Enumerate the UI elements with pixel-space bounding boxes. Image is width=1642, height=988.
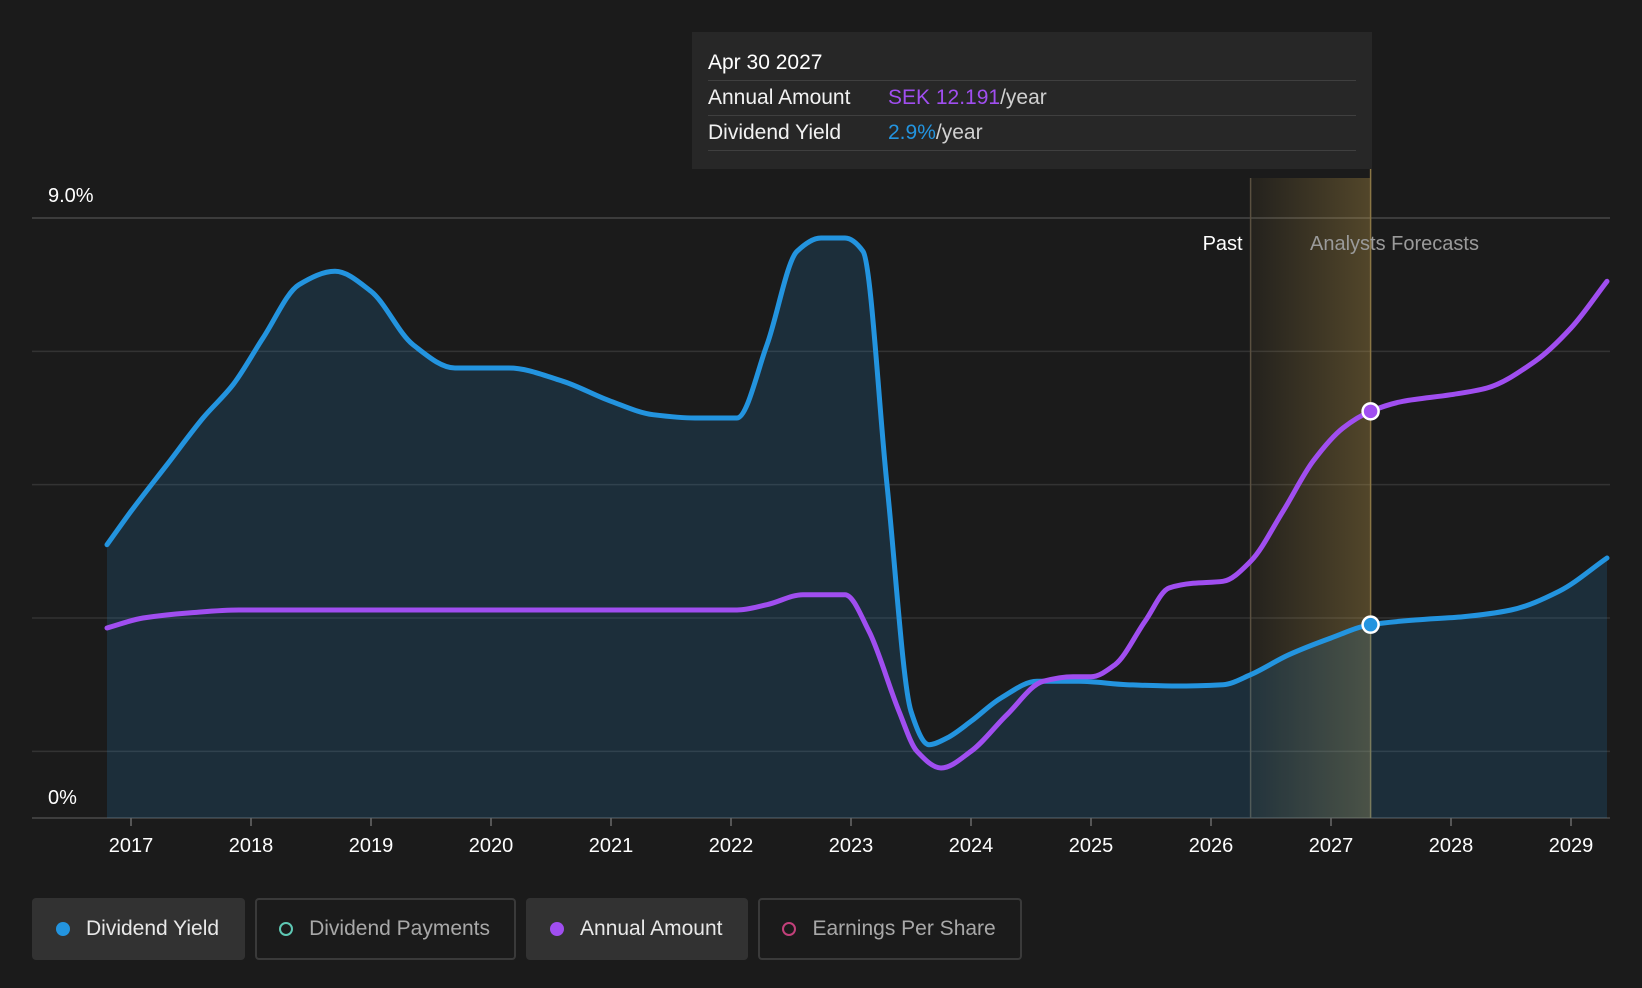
legend-label: Earnings Per Share xyxy=(812,917,996,940)
legend-earnings-per-share[interactable]: Earnings Per Share xyxy=(758,898,1022,960)
tooltip-unit: /year xyxy=(935,121,983,144)
ring-icon xyxy=(782,922,797,936)
tooltip-row-annual-amount: Annual Amount SEK 12.191/year xyxy=(708,81,1356,116)
dividend-yield-marker xyxy=(1361,615,1380,634)
dot-icon xyxy=(56,922,70,936)
x-tick-label: 2020 xyxy=(469,835,514,857)
forecast-label: Analysts Forecasts xyxy=(1310,233,1479,255)
x-tick-label: 2028 xyxy=(1429,835,1474,857)
x-tick-label: 2027 xyxy=(1309,835,1354,857)
y-tick-label: 0% xyxy=(48,787,77,809)
tooltip-value: 2.9% xyxy=(888,121,936,144)
tooltip-value: SEK 12.191 xyxy=(888,86,1001,109)
tooltip-date: Apr 30 2027 xyxy=(708,46,1356,81)
legend-label: Dividend Payments xyxy=(309,917,491,940)
past-label: Past xyxy=(1203,233,1243,255)
chart-tooltip: Apr 30 2027 Annual Amount SEK 12.191/year… xyxy=(692,32,1372,169)
legend-label: Dividend Yield xyxy=(86,917,220,940)
x-tick-label: 2023 xyxy=(829,835,874,857)
y-tick-label: 9.0% xyxy=(48,185,94,207)
x-tick-label: 2019 xyxy=(349,835,394,857)
legend-dividend-yield[interactable]: Dividend Yield xyxy=(32,898,246,960)
dot-icon xyxy=(550,922,565,936)
x-tick-label: 2021 xyxy=(589,835,634,857)
tooltip-label: Annual Amount xyxy=(708,86,851,109)
x-tick-label: 2026 xyxy=(1189,835,1234,857)
x-tick-label: 2022 xyxy=(709,835,754,857)
area-fills xyxy=(107,238,1607,818)
x-tick-label: 2025 xyxy=(1069,835,1114,857)
ring-icon xyxy=(279,922,294,936)
tooltip-row-dividend-yield: Dividend Yield 2.9%/year xyxy=(708,116,1356,151)
dividend-chart: 9.0% 0% 2017 2018 2019 2020 2021 2022 2023 2024 20… xyxy=(0,0,1642,988)
x-tick-label: 2017 xyxy=(109,835,154,857)
x-tick-label: 2029 xyxy=(1549,835,1594,857)
legend-dividend-payments[interactable]: Dividend Payments xyxy=(255,898,517,960)
dividend-yield-area xyxy=(107,238,1607,818)
tooltip-unit: /year xyxy=(1000,86,1047,109)
legend-label: Annual Amount xyxy=(580,917,723,940)
legend-annual-amount[interactable]: Annual Amount xyxy=(526,898,749,960)
chart-legend: Dividend Yield Dividend Payments Annual … xyxy=(32,898,1022,960)
x-tick-label: 2018 xyxy=(229,835,274,857)
tooltip-label: Dividend Yield xyxy=(708,121,842,144)
x-tick-label: 2024 xyxy=(949,835,994,857)
annual-amount-marker xyxy=(1361,402,1380,421)
